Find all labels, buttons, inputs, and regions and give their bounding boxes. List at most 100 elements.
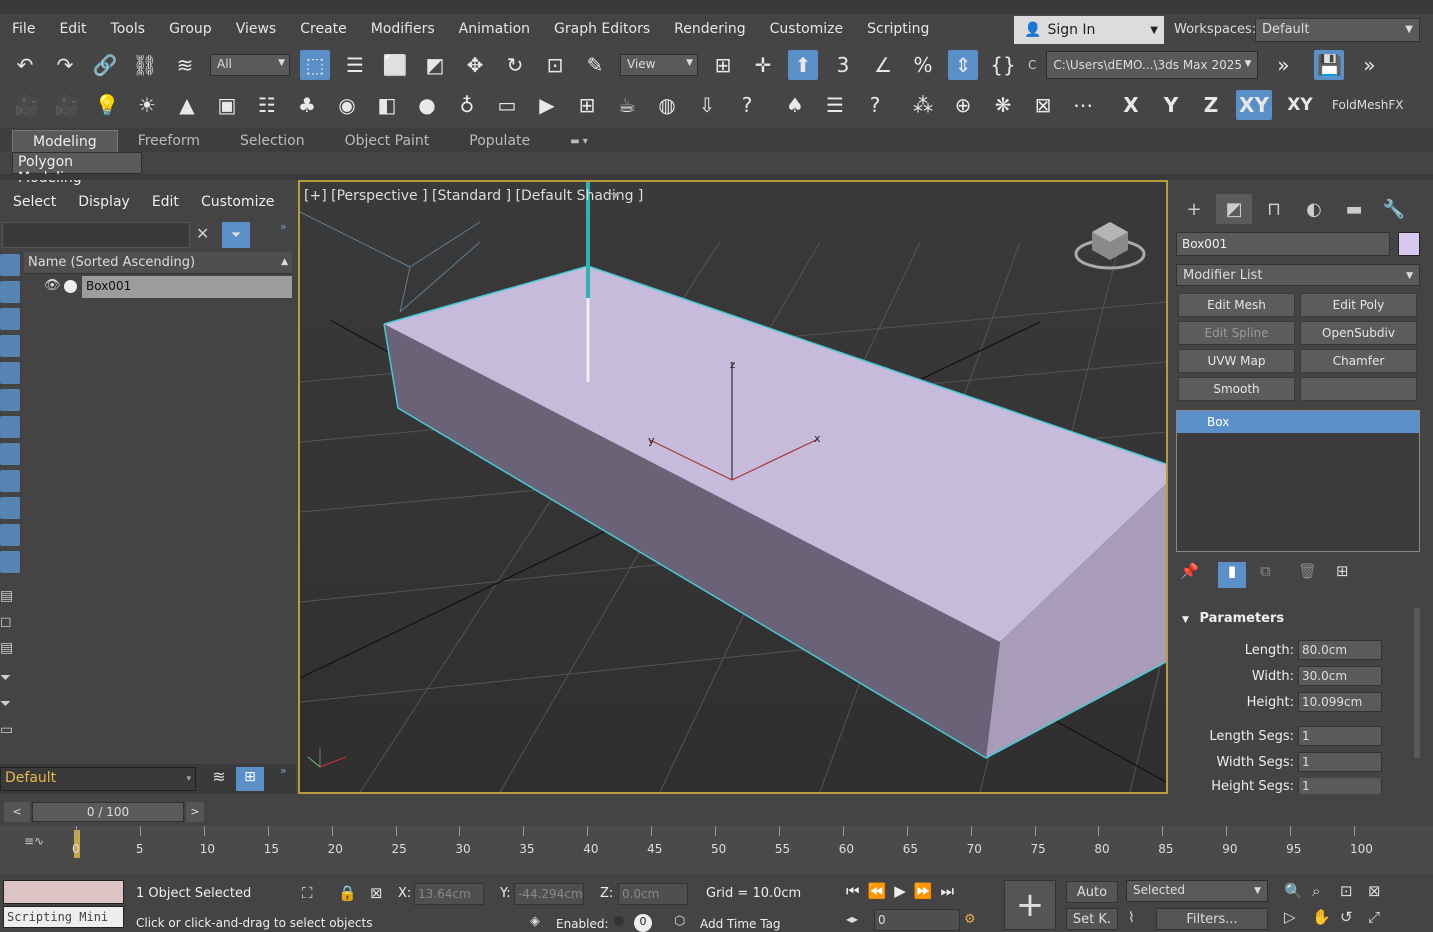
perspective-viewport[interactable]: z x y [+] [Perspective ] [Standard ] [De… <box>298 180 1168 794</box>
undo-icon[interactable]: ↶ <box>10 50 40 80</box>
render-dot-icon[interactable] <box>64 280 77 293</box>
menu-group[interactable]: Group <box>157 21 224 37</box>
viewport-layout-icon[interactable]: ▭ <box>492 90 522 120</box>
tree-icon[interactable]: ♣ <box>292 90 322 120</box>
list-icon[interactable]: ☰ <box>820 90 850 120</box>
motion-tab-icon[interactable]: ◐ <box>1296 194 1332 224</box>
table-row[interactable]: Box001 <box>82 276 292 298</box>
name-column-header[interactable]: Name (Sorted Ascending) ▲ <box>24 252 292 274</box>
filter-frozen-icon[interactable] <box>0 524 20 546</box>
workspace-dropdown[interactable]: Default ▼ <box>1255 18 1420 42</box>
funnel-icon[interactable]: ⏷ <box>0 670 22 696</box>
show-end-result-icon[interactable]: ▮ <box>1218 562 1246 588</box>
render-window-icon[interactable]: ▶ <box>532 90 562 120</box>
add-time-tag[interactable]: Add Time Tag <box>700 917 781 931</box>
display-tab-icon[interactable]: ▬ <box>1336 194 1372 224</box>
pivot-point-icon[interactable]: ⊞ <box>708 50 738 80</box>
tab-object-paint[interactable]: Object Paint <box>325 130 450 152</box>
length-spinner[interactable]: 80.0cm <box>1298 640 1382 660</box>
window-crossing-icon[interactable]: ◩ <box>420 50 450 80</box>
hierarchy-tab-icon[interactable]: ⊓ <box>1256 194 1292 224</box>
sun-icon[interactable]: ☀ <box>132 90 162 120</box>
scale-icon[interactable]: ⊡ <box>540 50 570 80</box>
menu-file[interactable]: File <box>0 21 47 37</box>
expand-layer-icon[interactable]: » <box>280 764 287 777</box>
select-object-icon[interactable]: ⬚ <box>300 50 330 80</box>
height-segs-spinner[interactable]: 1 <box>1298 778 1382 794</box>
snap-toggle-icon[interactable]: 3 <box>828 50 858 80</box>
go-to-end-icon[interactable]: ⏭ <box>940 882 954 900</box>
select-by-name-icon[interactable]: ☰ <box>340 50 370 80</box>
menu-create[interactable]: Create <box>288 21 359 37</box>
save-icon[interactable]: 💾 <box>1314 50 1345 80</box>
target-icon[interactable]: ⊕ <box>948 90 978 120</box>
opensubdiv-button[interactable]: OpenSubdiv <box>1300 321 1417 345</box>
filter-geometry-icon[interactable] <box>0 254 20 276</box>
bulb-outline-icon[interactable]: ♁ <box>452 90 482 120</box>
current-frame-field[interactable]: 0 <box>874 909 960 931</box>
reference-coordinate-dropdown[interactable]: View ▼ <box>620 54 698 76</box>
teapot-icon[interactable]: ☕ <box>612 90 642 120</box>
key-mode-icon[interactable]: ◂▸ <box>846 912 858 926</box>
menu-rendering[interactable]: Rendering <box>662 21 758 37</box>
render-icon[interactable]: ◧ <box>372 90 402 120</box>
filter-lights-icon[interactable] <box>0 308 20 330</box>
menu-customize[interactable]: Customize <box>758 21 856 37</box>
command-panel-scrollbar[interactable] <box>1414 608 1420 758</box>
arrange-icon[interactable]: ⋯ <box>1068 90 1098 120</box>
camera-icon[interactable]: 🎥 <box>12 90 42 120</box>
keyboard-shortcut-override-icon[interactable]: ⬆ <box>788 50 818 80</box>
grid-view-icon[interactable]: ⊞ <box>572 90 602 120</box>
field-of-view-icon[interactable]: ▷ <box>1284 908 1312 926</box>
axis-x-button[interactable]: X <box>1116 90 1146 120</box>
scene-search-input[interactable] <box>2 222 190 248</box>
next-key-icon[interactable]: ⏩ <box>914 882 933 900</box>
scene-menu-select[interactable]: Select <box>0 194 65 210</box>
edit-mesh-button[interactable]: Edit Mesh <box>1178 293 1295 317</box>
named-selection-icon[interactable]: {} <box>988 50 1018 80</box>
edit-poly-button[interactable]: Edit Poly <box>1300 293 1417 317</box>
percent-snap-icon[interactable]: % <box>908 50 938 80</box>
rotate-icon[interactable]: ↻ <box>500 50 530 80</box>
tab-modeling[interactable]: Modeling <box>12 130 118 152</box>
filter-spacewarps-icon[interactable] <box>0 389 20 411</box>
scripting-mini-label[interactable]: Scripting Mini <box>3 906 124 928</box>
enabled-value[interactable]: 0 <box>634 914 652 932</box>
modify-tab-icon[interactable]: ◩ <box>1216 194 1252 224</box>
width-segs-spinner[interactable]: 1 <box>1298 752 1382 772</box>
scene-menu-edit[interactable]: Edit <box>139 194 188 210</box>
axis-xy-cycle-button[interactable]: XY <box>1282 90 1318 120</box>
filter-containers-icon[interactable] <box>0 497 20 519</box>
key-tangent-icon[interactable]: ⌇ <box>1128 910 1135 926</box>
tab-selection[interactable]: Selection <box>220 130 325 152</box>
tab-freeform[interactable]: Freeform <box>118 130 220 152</box>
polygon-modeling-panel[interactable]: Polygon Modeling <box>12 152 142 186</box>
object-name-field[interactable]: Box001 <box>1176 232 1390 256</box>
light-bulb-icon[interactable]: 💡 <box>92 90 122 120</box>
create-tab-icon[interactable]: + <box>1176 194 1212 224</box>
plugin-label[interactable]: FoldMeshFX <box>1332 98 1403 112</box>
remove-modifier-icon[interactable]: 🗑 <box>1298 562 1322 588</box>
axis-xy-button[interactable]: XY <box>1236 90 1272 120</box>
small-c-button[interactable]: C <box>1028 58 1036 72</box>
set-key-button[interactable]: Set K. <box>1066 908 1118 930</box>
lock-icon[interactable]: 🔒 <box>338 884 357 902</box>
height-spinner[interactable]: 10.099cm <box>1298 692 1382 712</box>
ball-icon[interactable]: ◍ <box>652 90 682 120</box>
square-icon[interactable]: ◻ <box>0 614 22 640</box>
expand-panel-icon[interactable]: » <box>280 220 287 233</box>
stack-item-box[interactable]: Box <box>1177 411 1419 433</box>
previous-key-icon[interactable]: ⏪ <box>868 882 887 900</box>
zoom-extents-all-icon[interactable]: ⊠ <box>1368 882 1396 900</box>
help-icon[interactable]: ? <box>732 90 762 120</box>
orbit-icon[interactable]: ↺ <box>1340 908 1368 926</box>
redo-icon[interactable]: ↷ <box>50 50 80 80</box>
absolute-mode-icon[interactable]: ⊠ <box>370 884 383 902</box>
unlink-icon[interactable]: ⛓ <box>130 50 160 80</box>
empty-modifier-button[interactable] <box>1300 377 1417 401</box>
render-frame-icon[interactable]: ☷ <box>252 90 282 120</box>
menu-views[interactable]: Views <box>224 21 289 37</box>
parameters-rollout-header[interactable]: ▼ Parameters <box>1176 608 1406 630</box>
zoom-extents-icon[interactable]: ⊡ <box>1340 882 1368 900</box>
project-folder-dropdown[interactable]: C:\Users\dEMO...\3ds Max 2025 ▼ <box>1046 51 1259 79</box>
